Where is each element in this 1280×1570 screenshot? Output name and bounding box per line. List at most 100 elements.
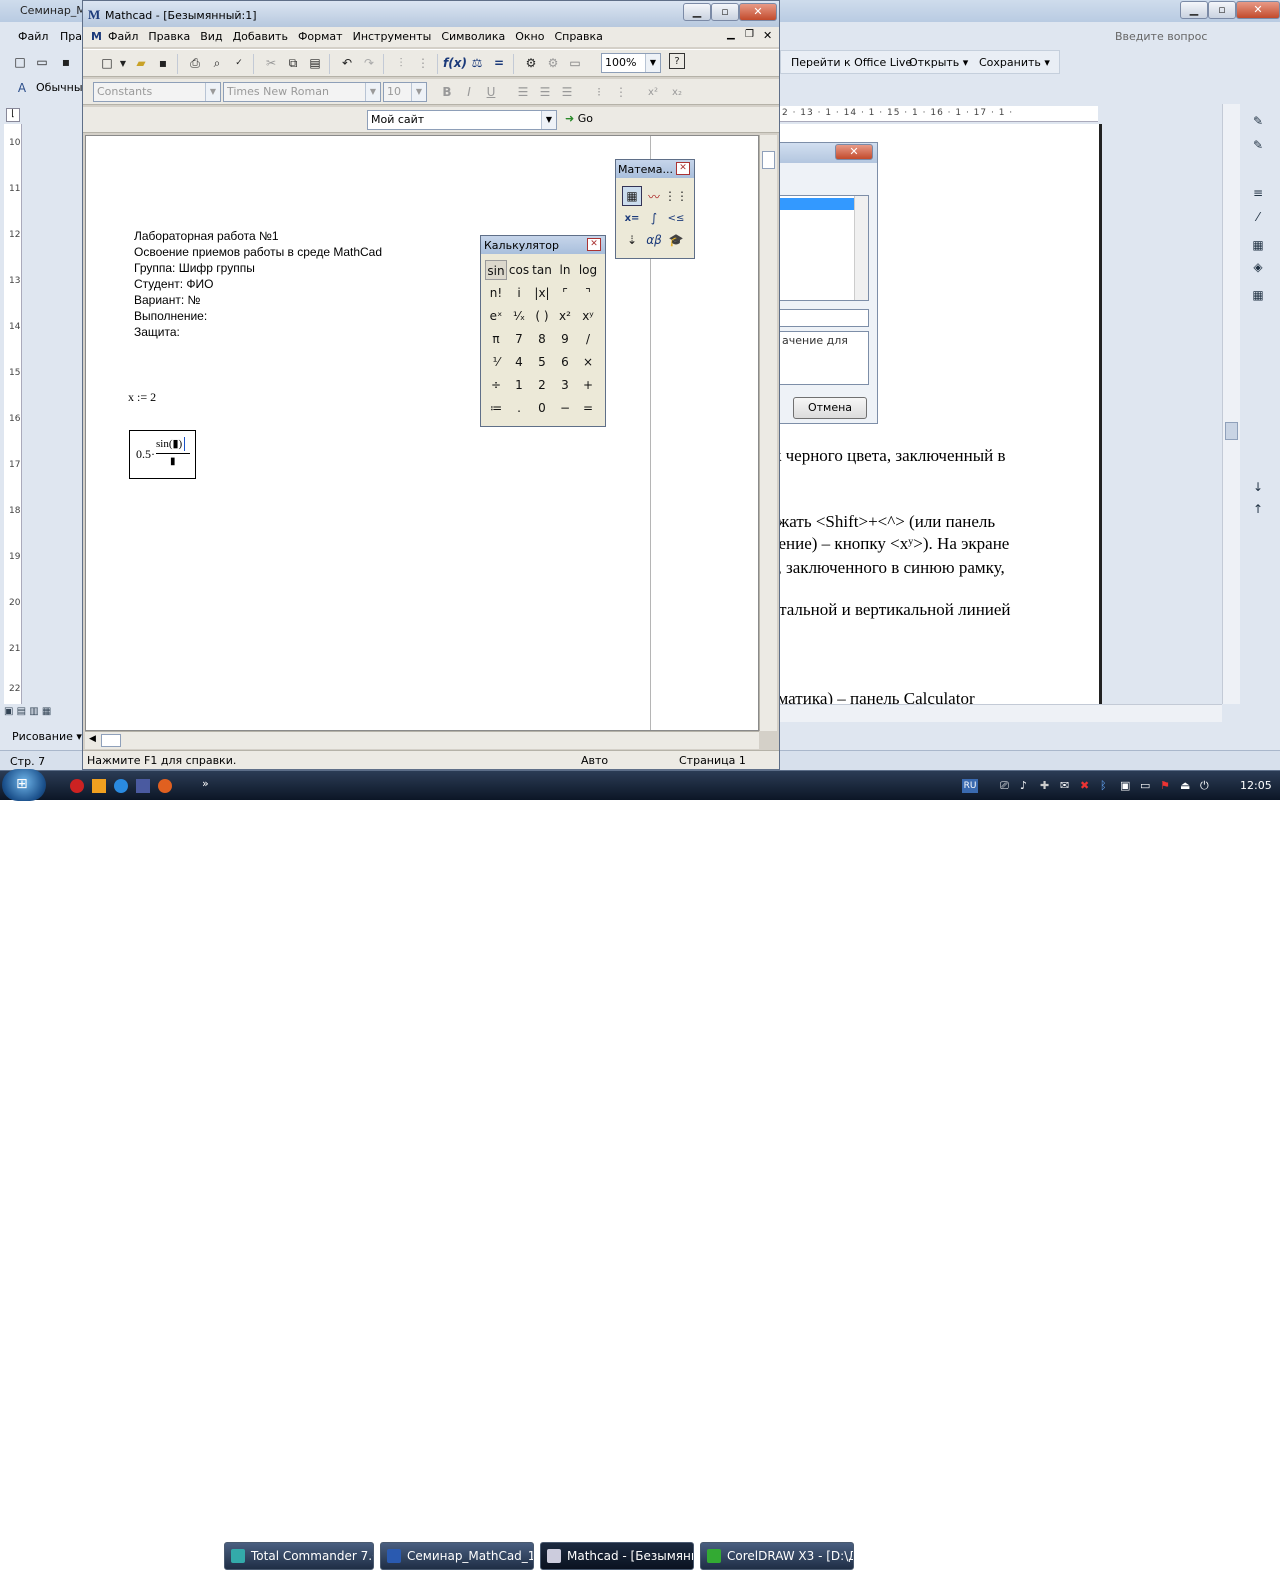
- word-draw-menu[interactable]: Рисование ▾: [12, 730, 82, 743]
- word-save-icon[interactable]: ▪: [56, 52, 76, 72]
- underline-button[interactable]: U: [481, 82, 501, 102]
- component-icon[interactable]: ⚙: [521, 53, 541, 73]
- calc-key-minus[interactable]: −: [554, 398, 576, 418]
- menu-file[interactable]: Файл: [103, 27, 143, 47]
- mathcad-maximize-button[interactable]: ▫: [711, 3, 739, 21]
- mathcad-hscrollbar[interactable]: ◀: [85, 731, 759, 749]
- numbering-icon[interactable]: ⋮: [611, 82, 631, 102]
- menu-window[interactable]: Окно: [510, 27, 549, 47]
- word-new-icon[interactable]: □: [10, 52, 30, 72]
- office-live-link[interactable]: Перейти к Office Live: [791, 56, 912, 69]
- cut-icon[interactable]: ✂: [261, 53, 281, 73]
- paste-icon[interactable]: ▤: [305, 53, 325, 73]
- calculator-close-button[interactable]: ✕: [587, 238, 601, 251]
- undo-icon[interactable]: ↶: [337, 53, 357, 73]
- redo-icon[interactable]: ↷: [359, 53, 379, 73]
- copy-icon[interactable]: ⧉: [283, 53, 303, 73]
- save-button[interactable]: Сохранить ▾: [979, 56, 1050, 69]
- word-maximize-button[interactable]: ▫: [1208, 1, 1236, 19]
- calc-key-power[interactable]: xʸ: [577, 306, 599, 326]
- text-region[interactable]: Лабораторная работа №1 Освоение приемов …: [134, 228, 382, 340]
- tray-safe-remove-icon[interactable]: ⏏: [1180, 779, 1190, 792]
- programming-toolbar-icon[interactable]: ⇣: [622, 230, 642, 250]
- task-coreldraw[interactable]: CorelDRAW X3 - [D:\Д...: [700, 1542, 854, 1570]
- calc-key-two[interactable]: 2: [531, 375, 553, 395]
- calc-key-log[interactable]: log: [577, 260, 599, 280]
- math-palette-close-button[interactable]: ✕: [676, 162, 690, 175]
- quicklaunch-app-icon[interactable]: [136, 779, 150, 793]
- menu-insert[interactable]: Добавить: [228, 27, 293, 47]
- superscript-icon[interactable]: x²: [643, 82, 663, 102]
- calc-key-floor[interactable]: ⌝: [577, 283, 599, 303]
- task-word-document[interactable]: Семинар_MathCad_1(...: [380, 1542, 534, 1570]
- align-left-icon[interactable]: ☰: [513, 82, 533, 102]
- format-tool-icon[interactable]: ✎: [1248, 138, 1268, 156]
- menu-tools[interactable]: Инструменты: [348, 27, 437, 47]
- tray-flag-icon[interactable]: ⚑: [1160, 779, 1170, 792]
- tray-network-icon[interactable]: ⎚: [1000, 779, 1009, 793]
- save-icon[interactable]: ▪: [153, 53, 173, 73]
- start-button[interactable]: ⊞: [2, 769, 46, 801]
- boolean-toolbar-icon[interactable]: <≤: [666, 208, 686, 228]
- scroll-left-icon[interactable]: ◀: [89, 734, 96, 744]
- mathcad-vscrollbar[interactable]: [759, 135, 777, 731]
- new-dropdown-icon[interactable]: ▼: [113, 53, 133, 73]
- calc-key-factorial[interactable]: n!: [485, 283, 507, 303]
- mathcad-minimize-button[interactable]: ▁: [683, 3, 711, 21]
- calc-key-plus[interactable]: +: [577, 375, 599, 395]
- calc-key-pi[interactable]: π: [485, 329, 507, 349]
- menu-symbolics[interactable]: Символика: [436, 27, 510, 47]
- word-hscrollbar[interactable]: [778, 704, 1222, 722]
- calc-key-inline-divide[interactable]: ÷: [485, 375, 507, 395]
- calc-key-cos[interactable]: cos: [508, 260, 530, 280]
- bullets-icon[interactable]: ⁝: [589, 82, 609, 102]
- quicklaunch-opera-icon[interactable]: [70, 779, 84, 793]
- tray-close-red-icon[interactable]: ✖: [1080, 779, 1089, 792]
- calc-key-eight[interactable]: 8: [531, 329, 553, 349]
- dialog-list-selected[interactable]: [778, 198, 854, 210]
- italic-button[interactable]: I: [459, 82, 479, 102]
- calc-key-multiply[interactable]: ×: [577, 352, 599, 372]
- calc-key-imaginary[interactable]: i: [508, 283, 530, 303]
- quicklaunch-firefox-icon[interactable]: [158, 779, 172, 793]
- fill-color-icon[interactable]: ◈: [1248, 260, 1268, 278]
- graph-toolbar-icon[interactable]: 〰: [644, 186, 664, 206]
- calc-key-tan[interactable]: tan: [531, 260, 553, 280]
- menu-view[interactable]: Вид: [195, 27, 227, 47]
- font-size-select[interactable]: 10 ▼: [383, 82, 427, 102]
- format-tool-icon[interactable]: ✎: [1248, 114, 1268, 132]
- calc-key-divide[interactable]: /: [577, 329, 599, 349]
- resources-icon[interactable]: ⚙: [543, 53, 563, 73]
- tray-monitor-icon[interactable]: ▭: [1140, 779, 1150, 792]
- word-ruler-corner[interactable]: ⌊: [6, 108, 20, 122]
- calculator-toolbar-icon[interactable]: ▦: [622, 186, 642, 206]
- align-across-icon[interactable]: ⫶: [391, 53, 411, 73]
- tray-speaker-icon[interactable]: ♪: [1020, 779, 1027, 792]
- language-indicator[interactable]: RU: [962, 779, 978, 793]
- spell-check-icon[interactable]: ✓: [229, 53, 249, 73]
- calc-key-four[interactable]: 4: [508, 352, 530, 372]
- matrix-toolbar-icon[interactable]: ⋮⋮: [664, 186, 688, 206]
- quicklaunch-more-icon[interactable]: »: [202, 777, 209, 790]
- line-color-icon[interactable]: ⁄: [1248, 210, 1268, 228]
- task-total-commander[interactable]: Total Commander 7.0...: [224, 1542, 374, 1570]
- menu-help[interactable]: Справка: [549, 27, 607, 47]
- doc-close-button[interactable]: ✕: [763, 29, 772, 42]
- align-right-icon[interactable]: ☰: [557, 82, 577, 102]
- math-region-expression[interactable]: 0.5· sin(▮) ▮: [129, 430, 196, 479]
- word-styles-icon[interactable]: A: [12, 78, 32, 98]
- tray-device-icon[interactable]: ▣: [1120, 779, 1130, 792]
- menu-edit[interactable]: Правка: [143, 27, 195, 47]
- subscript-icon[interactable]: x₂: [667, 82, 687, 102]
- task-mathcad[interactable]: Mathcad - [Безымянн...: [540, 1542, 694, 1570]
- tray-bluetooth-icon[interactable]: ᛒ: [1100, 779, 1107, 792]
- mathcad-scroll-thumb[interactable]: [762, 151, 775, 169]
- doc-restore-button[interactable]: ❐: [745, 29, 754, 40]
- quicklaunch-media-icon[interactable]: [92, 779, 106, 793]
- calc-key-one[interactable]: 1: [508, 375, 530, 395]
- mathcad-close-button[interactable]: ✕: [739, 3, 777, 21]
- calc-key-absolute[interactable]: |x|: [531, 283, 553, 303]
- print-icon[interactable]: ⎙: [185, 53, 205, 73]
- calc-key-define[interactable]: ≔: [485, 398, 507, 418]
- align-center-icon[interactable]: ☰: [535, 82, 555, 102]
